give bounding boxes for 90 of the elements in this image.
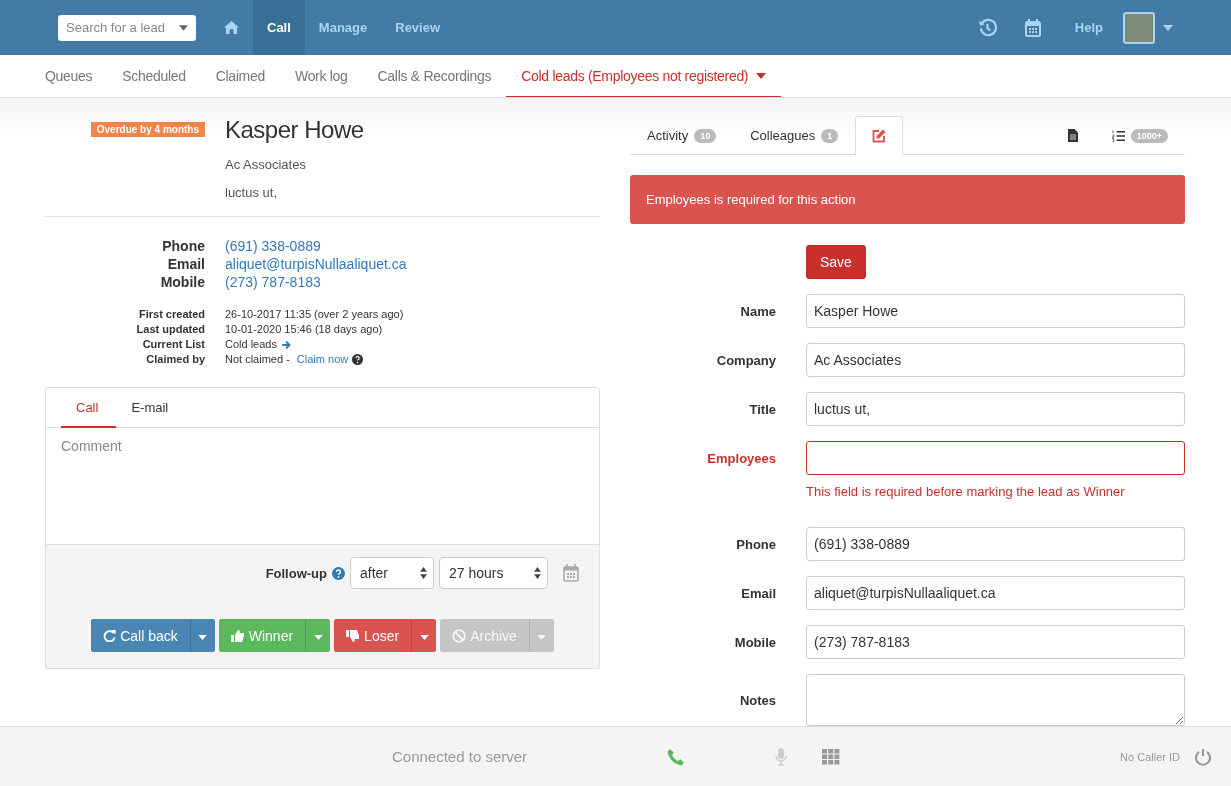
caret-icon (179, 24, 188, 31)
caller-id: No Caller ID (1120, 750, 1180, 763)
sort-arrows-icon (534, 567, 541, 579)
meta-label: First created (137, 307, 206, 322)
contact-label: Email (166, 255, 206, 273)
claim-link[interactable]: Claim now (296, 352, 349, 367)
composer-tab[interactable]: E-mail (116, 388, 187, 428)
caret-icon (419, 635, 429, 640)
sort-arrows-icon (420, 567, 427, 579)
redo-icon (103, 629, 117, 642)
error-message: This field is required before marking the lead as Winner (806, 484, 1125, 499)
help-link[interactable]: Help (1054, 0, 1123, 55)
notes-field[interactable] (806, 674, 1185, 726)
caret-icon (198, 635, 208, 640)
count-badge: 10 (694, 128, 717, 143)
numbered-list-icon (1111, 129, 1125, 142)
comment-field[interactable]: Comment (45, 428, 600, 545)
thumbs-down-icon (346, 628, 361, 643)
meta-value: 10-01-2020 15:46 (18 days ago) (225, 322, 383, 337)
meta-label: Last updated (135, 322, 206, 337)
caret-icon (537, 635, 547, 640)
phone-icon[interactable] (667, 747, 686, 766)
ban-icon (452, 628, 467, 643)
field-label: Name (739, 303, 777, 319)
dropdown-toggle[interactable] (189, 619, 215, 652)
nav-link[interactable]: Review (381, 0, 455, 55)
error-alert: Employees is required for this action (630, 175, 1185, 224)
field-label: Employees (706, 450, 777, 466)
nav-link[interactable]: Manage (304, 0, 382, 55)
arrow-right-icon[interactable] (281, 339, 291, 350)
field-label: Mobile (733, 634, 777, 650)
connection-status: Connected to server (392, 748, 528, 765)
field-label: Email (740, 585, 777, 601)
overdue-badge: Overdue by 4 months (90, 122, 205, 137)
field-label: Phone (735, 536, 777, 552)
field-label: Company (715, 352, 777, 368)
contact-link[interactable]: (273) 787-8183 (225, 273, 321, 291)
search-field[interactable]: Search for a lead (58, 14, 196, 41)
calendar-icon[interactable] (563, 564, 579, 582)
company-name: Ac Associates (225, 157, 307, 172)
caret-icon (313, 635, 323, 640)
sub-tab[interactable]: Cold leads (Employees not registered) (506, 55, 782, 97)
meta-value: Cold leads (225, 337, 277, 352)
lead-name: Kasper Howe (225, 116, 364, 144)
contact-label: Mobile (159, 273, 206, 291)
meta-label: Current List (141, 337, 206, 352)
sub-tab[interactable]: Calls & Recordings (362, 55, 507, 97)
select-field[interactable]: after (350, 557, 434, 589)
keypad-icon[interactable] (822, 748, 841, 765)
text-field[interactable]: (691) 338-0889 (806, 527, 1185, 561)
job-title: luctus ut, (225, 185, 279, 200)
home-icon (224, 21, 239, 34)
field-label: Title (748, 401, 777, 417)
caret-icon[interactable] (1163, 24, 1173, 31)
panel-tab[interactable]: Colleagues 1 (733, 116, 856, 154)
follow-up-label: Follow-up (265, 565, 327, 581)
sub-tab[interactable]: Scheduled (107, 55, 201, 97)
help-icon[interactable] (352, 354, 364, 365)
text-field[interactable]: Ac Associates (806, 343, 1185, 377)
save-button[interactable]: Save (806, 245, 866, 279)
document-icon (1067, 129, 1078, 142)
text-field[interactable]: aliquet@turpisNullaaliquet.ca (806, 576, 1185, 610)
contact-link[interactable]: aliquet@turpisNullaaliquet.ca (225, 255, 407, 273)
meta-value: Not claimed - (225, 352, 291, 367)
panel-tab[interactable]: Activity 10 (630, 116, 734, 154)
text-field[interactable]: (273) 787-8183 (806, 625, 1185, 659)
nav-link[interactable]: Call (253, 0, 305, 55)
contact-link[interactable]: (691) 338-0889 (225, 237, 321, 255)
sub-tab[interactable]: Work log (279, 55, 363, 97)
power-icon[interactable] (1194, 747, 1212, 766)
text-field[interactable]: luctus ut, (806, 392, 1185, 426)
select-field[interactable]: 27 hours (439, 557, 548, 589)
meta-label: Claimed by (145, 352, 206, 367)
thumbs-up-icon (230, 628, 245, 643)
field-label: Notes (738, 692, 777, 708)
count-badge: 1 (821, 128, 839, 143)
calendar-icon[interactable] (1024, 18, 1041, 37)
text-field[interactable]: Kasper Howe (806, 294, 1185, 328)
sub-tab[interactable]: Queues (30, 55, 108, 97)
edit-icon (872, 129, 887, 143)
caret-icon (756, 72, 767, 79)
meta-value: 26-10-2017 11:35 (over 2 years ago) (225, 307, 404, 322)
text-field[interactable] (806, 441, 1185, 475)
avatar[interactable] (1123, 11, 1155, 44)
contact-label: Phone (161, 237, 206, 255)
history-icon[interactable] (977, 18, 997, 37)
count-badge: 1000+ (1130, 128, 1168, 143)
sub-tab[interactable]: Claimed (200, 55, 280, 97)
dropdown-toggle[interactable] (411, 619, 437, 652)
dropdown-toggle[interactable] (305, 619, 331, 652)
